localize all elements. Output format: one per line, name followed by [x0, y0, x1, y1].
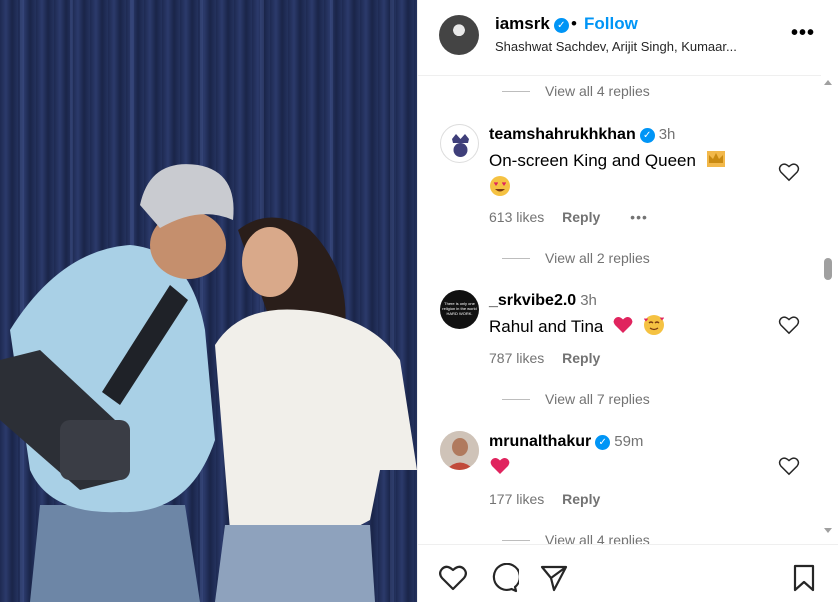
comment-like-icon[interactable]	[778, 315, 800, 335]
reply-button[interactable]: Reply	[562, 491, 600, 507]
comment-text: On-screen King and Queen	[489, 147, 774, 201]
commenter-username[interactable]: teamshahrukhkhan ✓ 3h	[489, 126, 675, 144]
view-replies-link[interactable]: View all 2 replies	[502, 250, 650, 266]
post-action-bar	[418, 544, 838, 602]
verified-icon: ✓	[595, 435, 611, 450]
view-replies-link[interactable]: View all 4 replies	[502, 532, 650, 544]
comment-text: Rahul and Tina	[489, 313, 665, 340]
scrollbar-thumb[interactable]	[824, 258, 832, 280]
comment-time: 59m	[614, 433, 644, 450]
comment-like-icon[interactable]	[778, 456, 800, 476]
verified-icon: ✓	[639, 128, 655, 143]
red-heart-emoji-icon	[613, 317, 633, 333]
comments-list[interactable]: View all 4 replies teamshahrukhkhan ✓ 3h O…	[418, 77, 821, 544]
likes-count[interactable]: 177 likes	[489, 491, 544, 507]
author-username-text[interactable]: iamsrk	[495, 14, 550, 33]
comment-icon[interactable]	[489, 563, 519, 593]
commenter-avatar[interactable]	[440, 431, 479, 470]
commenter-avatar[interactable]: There is only one religion in the world …	[440, 290, 479, 329]
reply-button[interactable]: Reply	[562, 350, 600, 366]
commenter-username[interactable]: mrunalthakur ✓ 59m	[489, 433, 643, 451]
follow-button[interactable]: Follow	[584, 14, 638, 34]
scroll-up-arrow-icon[interactable]	[824, 80, 832, 85]
crown-emoji-icon	[706, 151, 725, 167]
heart-eyes-emoji-icon	[490, 176, 510, 196]
comment-meta: 787 likes Reply	[489, 350, 614, 366]
author-username[interactable]: iamsrk ✓	[495, 14, 569, 34]
red-heart-emoji-icon	[490, 458, 510, 474]
smiling-hearts-emoji-icon	[643, 315, 664, 335]
post-details-panel: iamsrk ✓ • Follow Shashwat Sachdev, Ariji…	[417, 0, 838, 602]
reply-button[interactable]: Reply	[562, 209, 600, 225]
person-photo-icon	[440, 431, 479, 470]
comment-time: 3h	[580, 292, 597, 309]
instagram-post-view: iamsrk ✓ • Follow Shashwat Sachdev, Ariji…	[0, 0, 838, 602]
more-icon[interactable]: •••	[791, 22, 815, 45]
view-replies-link[interactable]: View all 7 replies	[502, 391, 650, 407]
author-avatar[interactable]	[439, 15, 479, 55]
like-icon[interactable]	[438, 563, 468, 593]
header-separator: •	[571, 14, 577, 33]
post-header: iamsrk ✓ • Follow Shashwat Sachdev, Ariji…	[418, 0, 821, 76]
comment-time: 3h	[658, 126, 676, 143]
audio-attribution[interactable]: Shashwat Sachdev, Arijit Singh, Kumaar..…	[495, 39, 737, 54]
likes-count[interactable]: 787 likes	[489, 350, 544, 366]
view-replies-link[interactable]: View all 4 replies	[502, 83, 650, 99]
crown-logo-icon	[452, 134, 469, 157]
comment-meta: 177 likes Reply	[489, 491, 614, 507]
commenter-avatar[interactable]	[440, 124, 479, 163]
scroll-down-arrow-icon[interactable]	[824, 528, 832, 533]
post-photo[interactable]	[0, 0, 417, 602]
verified-icon: ✓	[553, 18, 569, 33]
commenter-username[interactable]: _srkvibe2.0 3h	[489, 292, 597, 310]
share-icon[interactable]	[539, 563, 569, 593]
comment-meta: 613 likes Reply •••	[489, 209, 662, 225]
post-photo-illustration	[0, 0, 417, 602]
save-icon[interactable]	[789, 563, 819, 593]
comment-text	[489, 454, 511, 481]
comment-more-icon[interactable]: •••	[630, 209, 648, 225]
comment-like-icon[interactable]	[778, 162, 800, 182]
likes-count[interactable]: 613 likes	[489, 209, 544, 225]
